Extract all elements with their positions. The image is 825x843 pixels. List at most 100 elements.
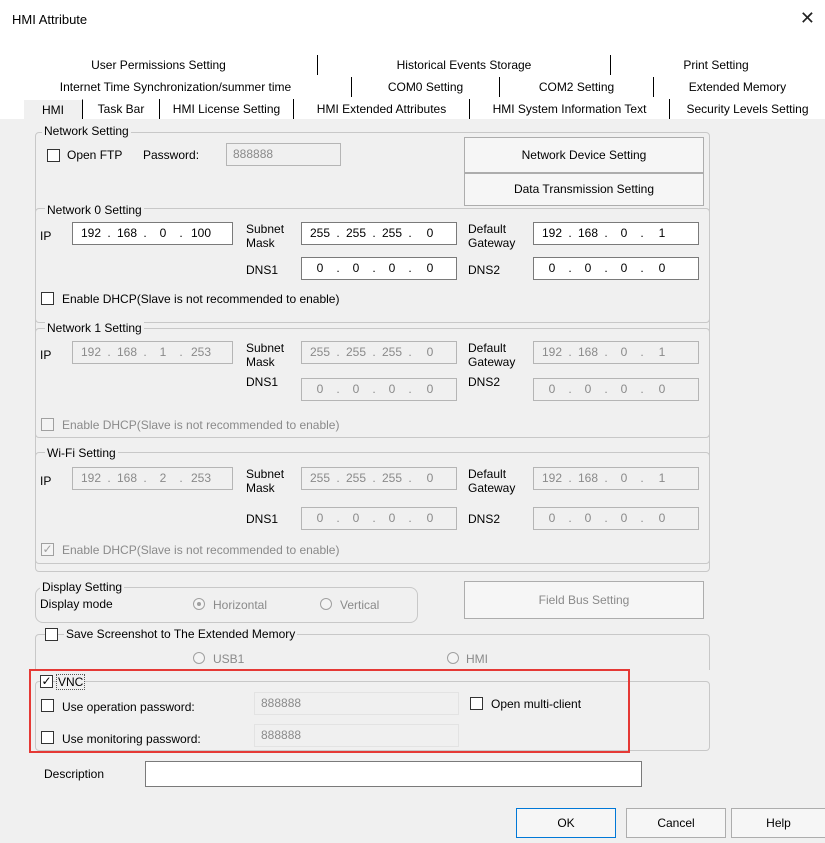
cancel-button[interactable]: Cancel xyxy=(626,808,726,838)
net1-dns2-field[interactable]: 0. 0. 0. 0 xyxy=(533,378,699,401)
net0-dhcp-checkbox[interactable] xyxy=(41,292,54,305)
tab-security-levels[interactable]: Security Levels Setting xyxy=(670,99,825,119)
wifi-gw-octet-3: 0 xyxy=(620,471,628,485)
net0-gw-octet-1: 192 xyxy=(541,226,563,240)
net1-gw-octet-3: 0 xyxy=(620,345,628,359)
net1-mask-field[interactable]: 255. 255. 255. 0 xyxy=(301,341,457,364)
tab-user-permissions[interactable]: User Permissions Setting xyxy=(0,55,318,75)
tab-time-sync[interactable]: Internet Time Synchronization/summer tim… xyxy=(0,77,352,97)
net1-gateway-field[interactable]: 192. 168. 0. 1 xyxy=(533,341,699,364)
net0-gateway-field[interactable]: 192. 168. 0. 1 xyxy=(533,222,699,245)
net1-ip-octet-3: 1 xyxy=(159,345,167,359)
net1-ip-field[interactable]: 192. 168. 1. 253 xyxy=(72,341,233,364)
data-transmission-setting-button[interactable]: Data Transmission Setting xyxy=(464,173,704,206)
net1-dhcp-label: Enable DHCP(Slave is not recommended to … xyxy=(62,418,340,432)
net0-ip-field[interactable]: 192. 168. 0. 100 xyxy=(72,222,233,245)
net1-gw-octet-1: 192 xyxy=(541,345,563,359)
password-label: Password: xyxy=(143,148,200,162)
wifi-gw-octet-4: 1 xyxy=(658,471,666,485)
wifi-mask-octet-2: 255 xyxy=(345,471,367,485)
net1-gw-octet-2: 168 xyxy=(577,345,599,359)
wifi-mask-field[interactable]: 255. 255. 255. 0 xyxy=(301,467,457,490)
wifi-dns1-field[interactable]: 0. 0. 0. 0 xyxy=(301,507,457,530)
display-setting-title: Display Setting xyxy=(40,580,125,594)
net0-mask-field[interactable]: 255. 255. 255. 0 xyxy=(301,222,457,245)
tab-com2-setting[interactable]: COM2 Setting xyxy=(500,77,654,97)
net0-dns2-field[interactable]: 0. 0. 0. 0 xyxy=(533,257,699,280)
network-device-setting-button[interactable]: Network Device Setting xyxy=(464,137,704,173)
net1-dns1-label: DNS1 xyxy=(246,375,279,389)
close-icon[interactable]: ✕ xyxy=(800,8,815,29)
net1-dhcp-checkbox[interactable] xyxy=(41,418,54,431)
network-setting-title: Network Setting xyxy=(42,124,131,138)
wifi-gw-octet-1: 192 xyxy=(541,471,563,485)
net0-mask-octet-1: 255 xyxy=(309,226,331,240)
help-button[interactable]: Help xyxy=(731,808,825,838)
net0-subnet-label: Subnet xyxy=(246,222,285,236)
window-title: HMI Attribute xyxy=(12,12,88,27)
net0-dns1-octet-4: 0 xyxy=(426,261,434,275)
tab-row-3: HMI Task Bar HMI License Setting HMI Ext… xyxy=(0,99,825,119)
tab-hmi-license[interactable]: HMI License Setting xyxy=(160,99,294,119)
open-ftp-checkbox[interactable] xyxy=(47,149,60,162)
tab-historical-events[interactable]: Historical Events Storage xyxy=(318,55,611,75)
net0-ip-label: IP xyxy=(40,229,52,243)
net0-dns1-label: DNS1 xyxy=(246,263,279,277)
wifi-dns2-octet-3: 0 xyxy=(620,511,628,525)
ok-button[interactable]: OK xyxy=(516,808,616,838)
net0-ip-octet-2: 168 xyxy=(116,226,138,240)
save-screenshot-checkbox[interactable] xyxy=(45,628,58,641)
net1-dns1-octet-3: 0 xyxy=(388,382,396,396)
wifi-gateway-field[interactable]: 192. 168. 0. 1 xyxy=(533,467,699,490)
net1-mask-octet-2: 255 xyxy=(345,345,367,359)
net0-dns1-field[interactable]: 0. 0. 0. 0 xyxy=(301,257,457,280)
wifi-default-label: Default xyxy=(468,467,507,481)
wifi-dhcp-checkbox[interactable]: ✓ xyxy=(41,543,54,556)
tab-hmi[interactable]: HMI xyxy=(23,99,83,119)
net1-mask-octet-1: 255 xyxy=(309,345,331,359)
tab-extended-memory[interactable]: Extended Memory xyxy=(654,77,821,97)
wifi-mask-octet-4: 0 xyxy=(426,471,434,485)
vertical-radio[interactable] xyxy=(320,598,332,610)
net1-dns2-octet-3: 0 xyxy=(620,382,628,396)
net0-mask-octet-4: 0 xyxy=(426,226,434,240)
hmi-label: HMI xyxy=(466,652,488,666)
field-bus-setting-button[interactable]: Field Bus Setting xyxy=(464,581,704,619)
wifi-ip-octet-4: 253 xyxy=(190,471,212,485)
net0-default-label: Default xyxy=(468,222,507,236)
horizontal-radio[interactable] xyxy=(193,598,205,610)
net1-ip-octet-1: 192 xyxy=(80,345,102,359)
description-input[interactable] xyxy=(145,761,642,787)
net1-dns2-octet-2: 0 xyxy=(584,382,592,396)
tab-com0-setting[interactable]: COM0 Setting xyxy=(352,77,500,97)
net0-dhcp-label: Enable DHCP(Slave is not recommended to … xyxy=(62,292,340,306)
net0-dns2-label: DNS2 xyxy=(468,263,501,277)
net1-mask-octet-3: 255 xyxy=(381,345,403,359)
highlight-box xyxy=(29,669,630,753)
wifi-gateway-label: Gateway xyxy=(468,481,516,495)
usb1-radio[interactable] xyxy=(193,652,205,664)
network-0-title: Network 0 Setting xyxy=(45,203,144,217)
net1-dns1-field[interactable]: 0. 0. 0. 0 xyxy=(301,378,457,401)
ftp-password-field[interactable]: 888888 xyxy=(226,143,341,166)
net0-ip-octet-1: 192 xyxy=(80,226,102,240)
net0-mask-octet-2: 255 xyxy=(345,226,367,240)
tab-print-setting[interactable]: Print Setting xyxy=(611,55,821,75)
wifi-mask-octet-1: 255 xyxy=(309,471,331,485)
net1-dns1-octet-2: 0 xyxy=(352,382,360,396)
tab-hmi-extended-attributes[interactable]: HMI Extended Attributes xyxy=(294,99,470,119)
wifi-subnet-label: Subnet xyxy=(246,467,285,481)
wifi-dns2-octet-1: 0 xyxy=(548,511,556,525)
net1-dns2-octet-4: 0 xyxy=(658,382,666,396)
wifi-title: Wi-Fi Setting xyxy=(45,446,118,460)
net0-dns2-octet-2: 0 xyxy=(584,261,592,275)
tab-hmi-system-info[interactable]: HMI System Information Text xyxy=(470,99,670,119)
wifi-dns2-field[interactable]: 0. 0. 0. 0 xyxy=(533,507,699,530)
wifi-ip-field[interactable]: 192. 168. 2. 253 xyxy=(72,467,233,490)
wifi-dns1-label: DNS1 xyxy=(246,512,279,526)
net1-default-label: Default xyxy=(468,341,507,355)
horizontal-label: Horizontal xyxy=(213,598,268,612)
net0-dns2-octet-4: 0 xyxy=(658,261,666,275)
tab-task-bar[interactable]: Task Bar xyxy=(83,99,160,119)
hmi-radio[interactable] xyxy=(447,652,459,664)
